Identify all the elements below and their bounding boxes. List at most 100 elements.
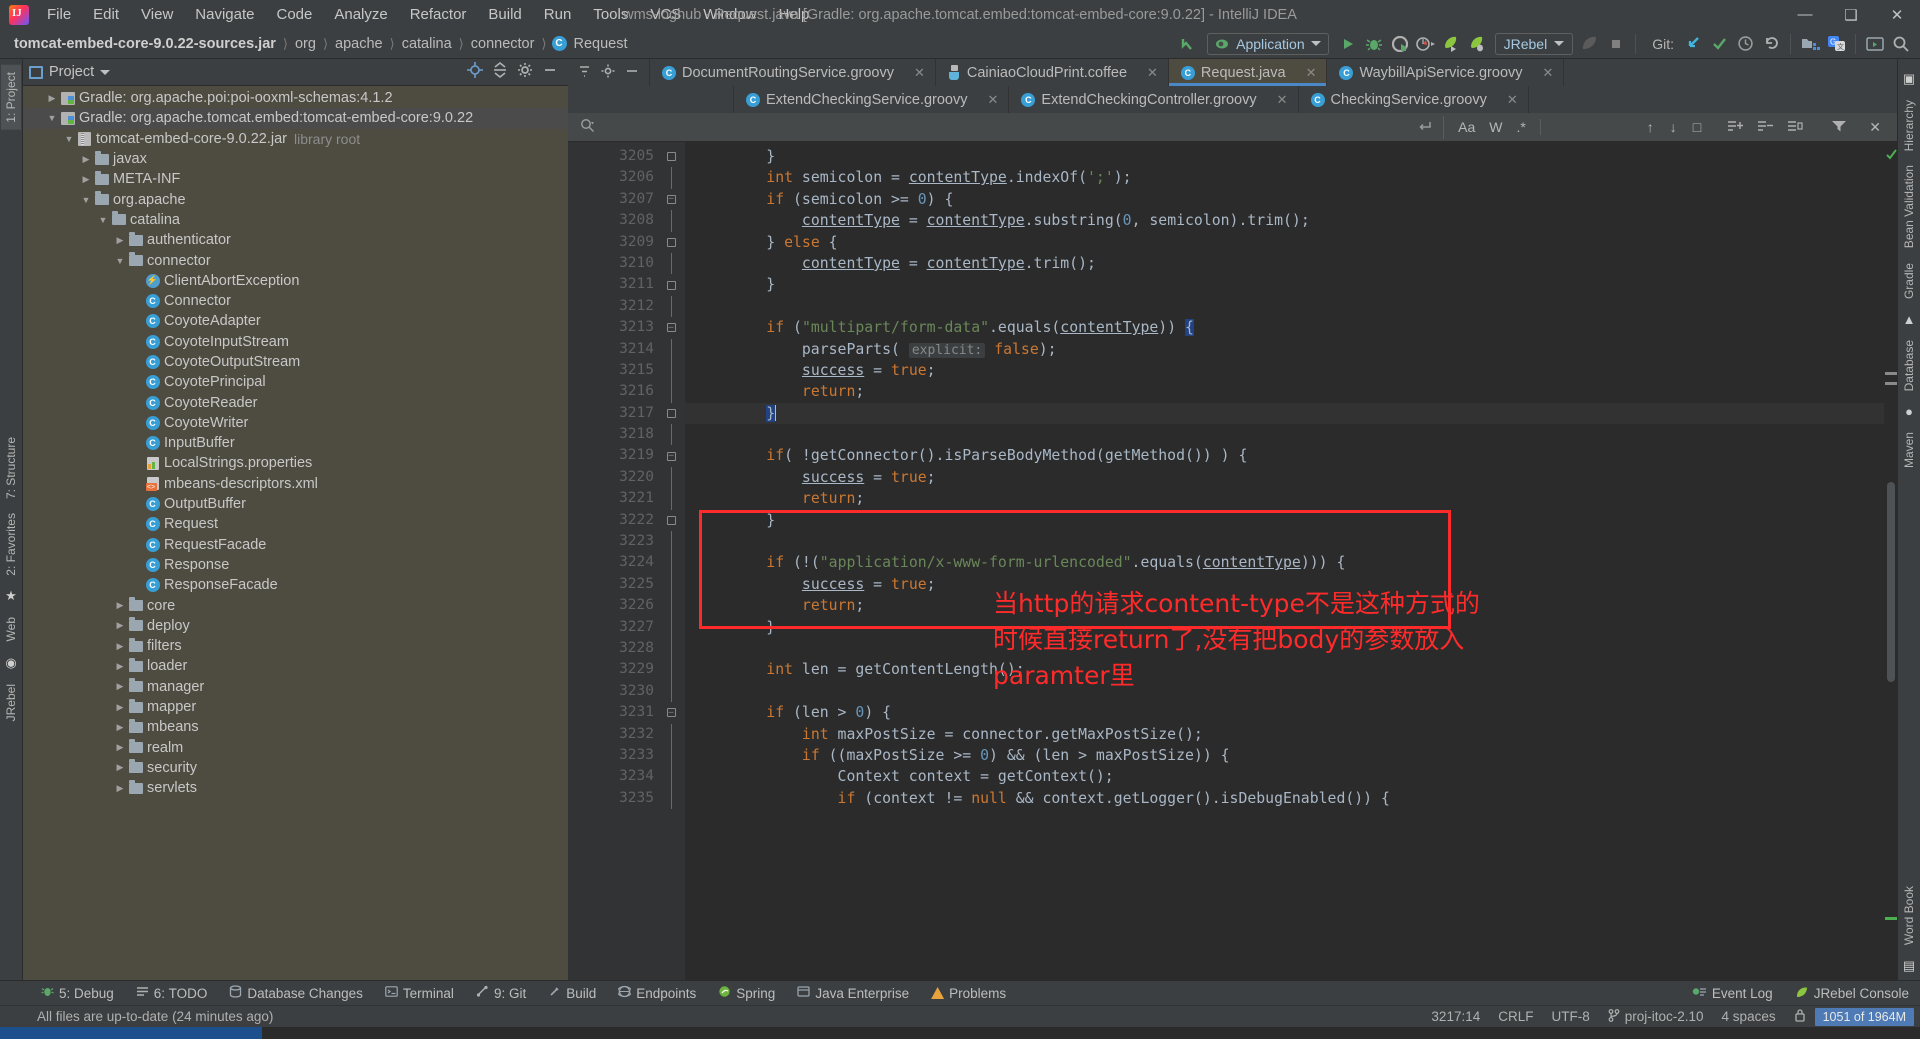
line-number[interactable]: 3222 bbox=[568, 510, 676, 531]
tree-node[interactable]: ▶ security bbox=[23, 758, 568, 778]
tree-expander-icon[interactable]: ▼ bbox=[96, 215, 110, 225]
fold-end-icon[interactable] bbox=[666, 408, 676, 418]
close-icon[interactable]: ✕ bbox=[1543, 65, 1554, 81]
tree-expander-icon[interactable]: ▶ bbox=[45, 93, 59, 104]
code-line[interactable]: contentType = contentType.substring(0, s… bbox=[685, 210, 1884, 231]
code-line[interactable]: int maxPostSize = connector.getMaxPostSi… bbox=[685, 724, 1884, 745]
line-number[interactable]: 3208 bbox=[568, 210, 672, 232]
line-number[interactable]: 3230 bbox=[568, 680, 672, 703]
sidebar-tab-web[interactable]: Web bbox=[1, 610, 21, 648]
code-line[interactable]: } bbox=[685, 402, 1884, 425]
line-number-gutter[interactable]: 3205 3206 3207 ─ 3208 3209 3210 3211 3212 3213 ─ 32… bbox=[568, 142, 676, 980]
breadcrumb-apache[interactable]: apache bbox=[333, 36, 385, 52]
line-number[interactable]: 3209 bbox=[568, 232, 676, 253]
line-number[interactable]: 3231 ─ bbox=[568, 702, 676, 723]
code-line[interactable] bbox=[685, 424, 1884, 445]
tool-terminal[interactable]: Terminal bbox=[374, 981, 465, 1005]
line-number[interactable]: 3232 bbox=[568, 723, 672, 745]
code-line[interactable]: if ("multipart/form-data".equals(content… bbox=[685, 317, 1884, 338]
sidebar-tab-gradle[interactable]: Gradle bbox=[1899, 256, 1919, 306]
translate-icon[interactable]: G文 bbox=[1823, 31, 1849, 57]
code-line[interactable]: int semicolon = contentType.indexOf(';')… bbox=[685, 167, 1884, 188]
tree-node[interactable]: ▶ authenticator bbox=[23, 230, 568, 250]
open-folder-icon[interactable] bbox=[1797, 31, 1823, 57]
tree-expander-icon[interactable]: ▼ bbox=[62, 134, 76, 144]
code-line[interactable]: success = true; bbox=[685, 360, 1884, 381]
sort-tabs-icon[interactable] bbox=[578, 64, 591, 82]
regex-toggle[interactable]: .* bbox=[1516, 119, 1525, 135]
project-tree[interactable]: ▶ Gradle: org.apache.poi:poi-ooxml-schema… bbox=[23, 86, 568, 980]
sidebar-tab-word-book[interactable]: Word Book bbox=[1899, 879, 1919, 952]
tree-expander-icon[interactable]: ▶ bbox=[113, 681, 127, 692]
fold-collapse-icon[interactable]: ─ bbox=[666, 708, 676, 718]
tool-endpoints[interactable]: Endpoints bbox=[607, 981, 707, 1005]
close-button[interactable]: ✕ bbox=[1874, 0, 1920, 29]
close-icon[interactable]: ✕ bbox=[914, 65, 925, 81]
code-line[interactable] bbox=[685, 681, 1884, 702]
code-line[interactable]: return; bbox=[685, 381, 1884, 402]
sidebar-tab-database[interactable]: Database bbox=[1899, 333, 1919, 398]
scroll-from-source-icon[interactable] bbox=[467, 61, 483, 83]
fold-end-icon[interactable] bbox=[666, 152, 676, 162]
tree-expander-icon[interactable]: ▼ bbox=[45, 113, 59, 123]
marker-stripe[interactable] bbox=[1885, 372, 1897, 375]
tree-node[interactable]: ▶ loader bbox=[23, 656, 568, 676]
commit-button[interactable] bbox=[1706, 31, 1732, 57]
run-button[interactable] bbox=[1335, 31, 1361, 57]
minimize-button[interactable]: — bbox=[1782, 0, 1828, 29]
code-editor[interactable]: 3205 3206 3207 ─ 3208 3209 3210 3211 3212 3213 ─ 32… bbox=[568, 142, 1897, 980]
tree-node[interactable]: ▶ META-INF bbox=[23, 169, 568, 189]
update-project-button[interactable] bbox=[1680, 31, 1706, 57]
tree-expander-icon[interactable]: ▶ bbox=[113, 762, 127, 773]
tree-node[interactable]: C CoyoteOutputStream bbox=[23, 352, 568, 372]
code-line[interactable] bbox=[685, 531, 1884, 552]
line-number[interactable]: 3228 bbox=[568, 637, 672, 660]
jrebel-run-button[interactable] bbox=[1439, 31, 1465, 57]
code-line[interactable]: } bbox=[685, 146, 1884, 167]
collapse-all-icon[interactable] bbox=[492, 61, 508, 83]
editor-tab[interactable]: C ExtendCheckingService.groovy ✕ bbox=[734, 86, 1010, 113]
sidebar-tab-project[interactable]: 1: Project bbox=[1, 65, 21, 130]
close-icon[interactable]: ✕ bbox=[1147, 65, 1158, 81]
breadcrumb-file[interactable]: Request bbox=[572, 36, 630, 52]
menu-file[interactable]: File bbox=[36, 1, 82, 29]
code-line[interactable]: } bbox=[685, 510, 1884, 531]
line-number[interactable]: 3213 ─ bbox=[568, 317, 676, 338]
tool-debug[interactable]: 5: Debug bbox=[30, 981, 125, 1005]
tree-node[interactable]: C CoyoteWriter bbox=[23, 413, 568, 433]
tool-jrebel-console[interactable]: JRebel Console bbox=[1784, 986, 1920, 1001]
menu-refactor[interactable]: Refactor bbox=[399, 1, 478, 29]
editor-tab[interactable]: C DocumentRoutingService.groovy ✕ bbox=[650, 59, 936, 86]
tree-node[interactable]: ▶ Gradle: org.apache.poi:poi-ooxml-schema… bbox=[23, 88, 568, 108]
tree-node[interactable]: ▶ mapper bbox=[23, 697, 568, 717]
hide-editor-icon[interactable] bbox=[625, 64, 639, 81]
match-case-toggle[interactable]: Aa bbox=[1458, 119, 1475, 135]
code-line[interactable]: if( !getConnector().isParseBodyMethod(ge… bbox=[685, 445, 1884, 466]
add-selection-icon[interactable] bbox=[1727, 119, 1744, 136]
sidebar-tab-maven[interactable]: Maven bbox=[1899, 425, 1919, 475]
run-configuration-selector[interactable]: Application bbox=[1207, 32, 1329, 55]
search-everywhere-icon[interactable] bbox=[1888, 31, 1914, 57]
code-line[interactable]: Context context = getContext(); bbox=[685, 766, 1884, 787]
history-icon[interactable] bbox=[1732, 31, 1758, 57]
tree-node[interactable]: C Connector bbox=[23, 291, 568, 311]
breadcrumb-root[interactable]: tomcat-embed-core-9.0.22-sources.jar bbox=[12, 36, 278, 52]
tree-node[interactable]: ▼ connector bbox=[23, 250, 568, 270]
tree-node[interactable]: ▼ catalina bbox=[23, 210, 568, 230]
code-line[interactable]: success = true; bbox=[685, 574, 1884, 595]
code-line[interactable]: int len = getContentLength(); bbox=[685, 659, 1884, 680]
breadcrumb-connector[interactable]: connector bbox=[469, 36, 537, 52]
file-encoding[interactable]: UTF-8 bbox=[1543, 1009, 1599, 1024]
sidebar-tab-hierarchy[interactable]: Hierarchy bbox=[1899, 93, 1919, 158]
menu-build[interactable]: Build bbox=[477, 1, 532, 29]
line-number[interactable]: 3215 bbox=[568, 359, 672, 382]
line-number[interactable]: 3234 bbox=[568, 766, 672, 788]
indent-setting[interactable]: 4 spaces bbox=[1713, 1009, 1785, 1024]
menu-view[interactable]: View bbox=[130, 1, 184, 29]
tree-expander-icon[interactable]: ▶ bbox=[79, 174, 93, 185]
close-icon[interactable]: ✕ bbox=[1277, 92, 1288, 108]
fold-collapse-icon[interactable]: ─ bbox=[666, 194, 676, 204]
close-icon[interactable]: ✕ bbox=[1306, 65, 1317, 81]
code-line[interactable]: contentType = contentType.trim(); bbox=[685, 253, 1884, 274]
tree-node[interactable]: mbeans-descriptors.xml bbox=[23, 474, 568, 494]
